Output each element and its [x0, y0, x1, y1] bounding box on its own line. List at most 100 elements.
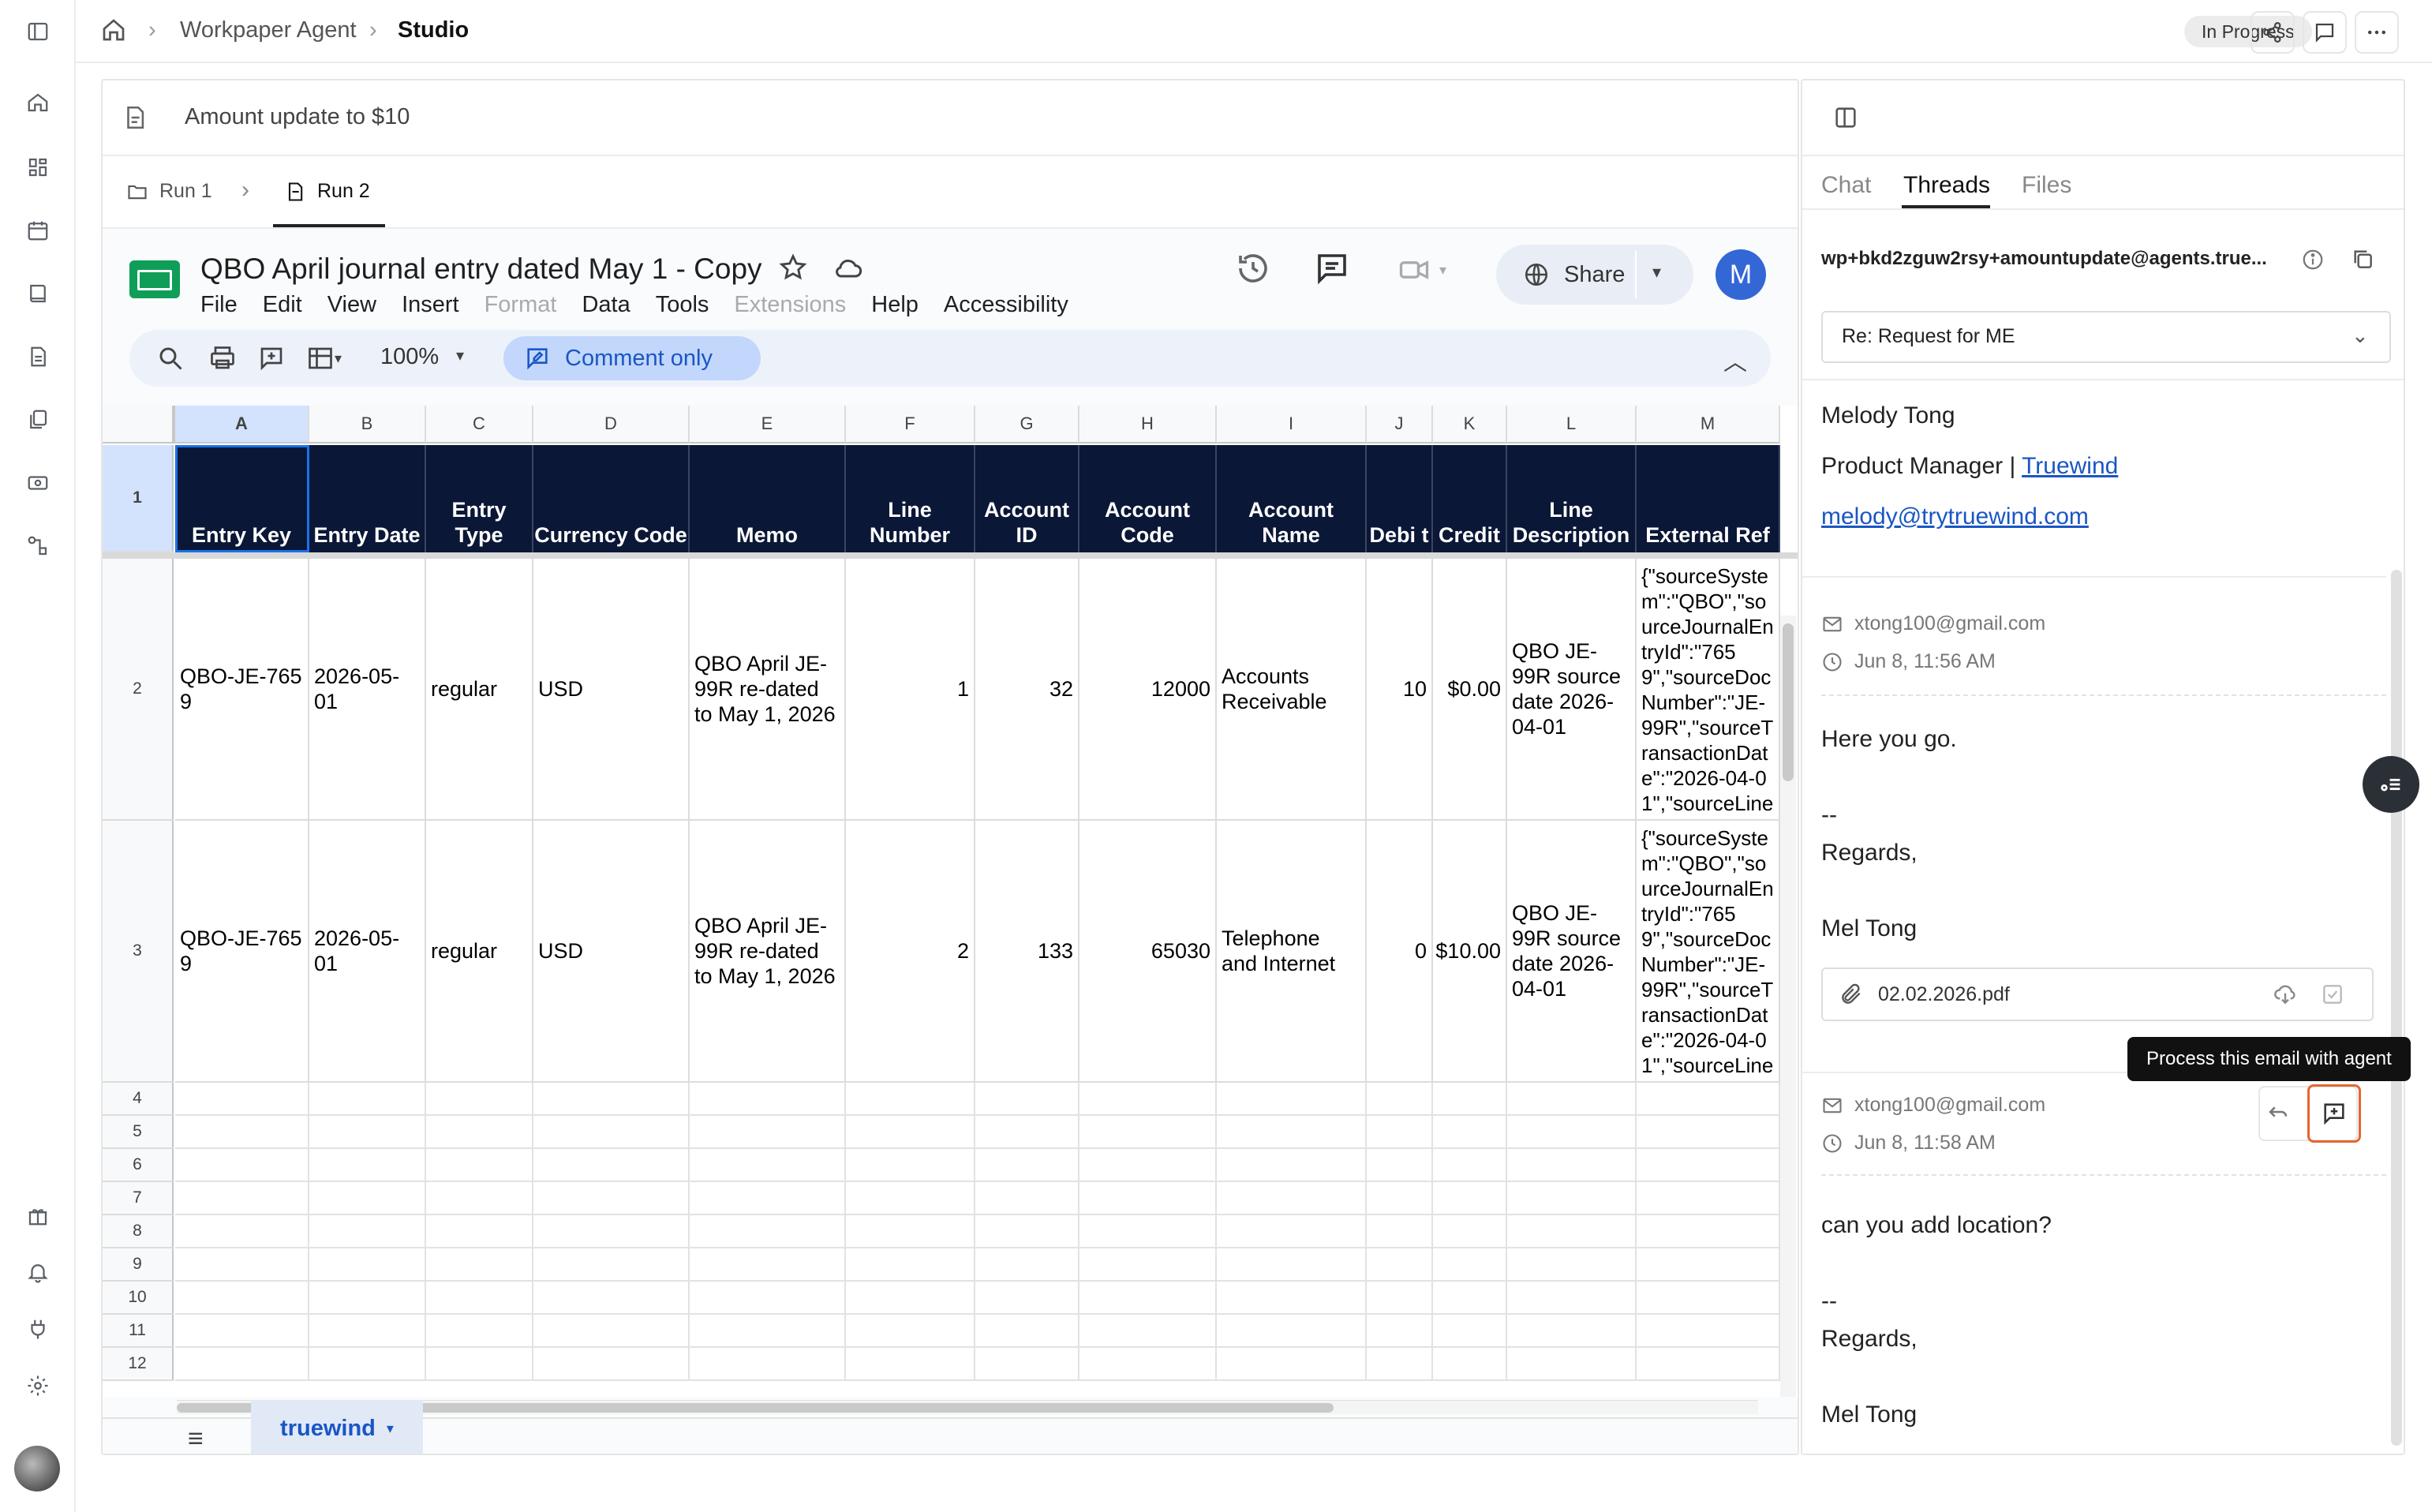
column-header-G[interactable]: G: [975, 406, 1079, 443]
menu-accessibility[interactable]: Accessibility: [944, 292, 1068, 318]
breadcrumb-parent[interactable]: Workpaper Agent: [180, 17, 357, 43]
add-comment-icon[interactable]: [257, 344, 286, 372]
sheet-share-button[interactable]: Share ▾: [1496, 245, 1693, 305]
empty-cell[interactable]: [426, 1282, 533, 1315]
calendar-icon[interactable]: [19, 211, 57, 249]
table-cell[interactable]: QBO April JE-99R re-dated to May 1, 2026: [690, 559, 846, 821]
empty-cell[interactable]: [175, 1116, 309, 1149]
table-cell[interactable]: 2: [846, 821, 975, 1083]
empty-cell[interactable]: [1637, 1282, 1780, 1315]
empty-cell[interactable]: [1507, 1282, 1637, 1315]
menu-tools[interactable]: Tools: [656, 292, 709, 318]
empty-cell[interactable]: [175, 1282, 309, 1315]
empty-cell[interactable]: [690, 1116, 846, 1149]
reply-icon[interactable]: [2265, 1098, 2292, 1125]
empty-cell[interactable]: [309, 1083, 426, 1116]
empty-cell[interactable]: [975, 1149, 1079, 1182]
empty-cell[interactable]: [533, 1083, 690, 1116]
menu-edit[interactable]: Edit: [263, 292, 302, 318]
table-cell[interactable]: 32: [975, 559, 1079, 821]
workflow-icon[interactable]: [19, 527, 57, 565]
empty-cell[interactable]: [1217, 1348, 1367, 1381]
comments-icon[interactable]: [1313, 249, 1351, 287]
star-icon[interactable]: [778, 253, 808, 283]
empty-cell[interactable]: [846, 1182, 975, 1215]
menu-insert[interactable]: Insert: [402, 292, 459, 318]
empty-cell[interactable]: [533, 1116, 690, 1149]
menu-view[interactable]: View: [327, 292, 376, 318]
empty-cell[interactable]: [1217, 1182, 1367, 1215]
settings-gear-icon[interactable]: [19, 1367, 57, 1405]
table-cell[interactable]: 10: [1367, 559, 1433, 821]
table-cell[interactable]: USD: [533, 821, 690, 1083]
empty-cell[interactable]: [309, 1248, 426, 1282]
empty-cell[interactable]: [309, 1282, 426, 1315]
share-dropdown-icon[interactable]: ▾: [1652, 262, 1661, 283]
thread-scrollbar[interactable]: [2391, 570, 2402, 1446]
empty-cell[interactable]: [426, 1215, 533, 1248]
empty-cell[interactable]: [1637, 1182, 1780, 1215]
empty-cell[interactable]: [1637, 1315, 1780, 1348]
sidebar-toggle-icon[interactable]: [19, 13, 57, 51]
empty-cell[interactable]: [1433, 1248, 1507, 1282]
empty-cell[interactable]: [175, 1149, 309, 1182]
run-tab-2[interactable]: Run 2: [284, 180, 370, 203]
empty-cell[interactable]: [690, 1315, 846, 1348]
signature-company-link[interactable]: Truewind: [2022, 453, 2118, 479]
table-cell[interactable]: QBO-JE-765 9: [175, 821, 309, 1083]
comments-button[interactable]: [2303, 11, 2347, 54]
row-header[interactable]: 5: [103, 1116, 174, 1149]
empty-cell[interactable]: [309, 1315, 426, 1348]
table-cell[interactable]: Telephone and Internet: [1217, 821, 1367, 1083]
column-header-F[interactable]: F: [846, 406, 975, 443]
empty-cell[interactable]: [1433, 1182, 1507, 1215]
signature-email-link[interactable]: melody@trytruewind.com: [1821, 503, 2089, 530]
empty-cell[interactable]: [1507, 1083, 1637, 1116]
empty-cell[interactable]: [1217, 1282, 1367, 1315]
home-icon[interactable]: [19, 84, 57, 122]
row-header[interactable]: 7: [103, 1182, 174, 1215]
empty-cell[interactable]: [1433, 1149, 1507, 1182]
empty-cell[interactable]: [309, 1116, 426, 1149]
copy-icon[interactable]: [2350, 246, 2375, 271]
empty-cell[interactable]: [1367, 1348, 1433, 1381]
empty-cell[interactable]: [1637, 1248, 1780, 1282]
checkbox-icon[interactable]: [2320, 982, 2345, 1007]
row-header[interactable]: 2: [103, 559, 174, 821]
empty-cell[interactable]: [690, 1282, 846, 1315]
empty-cell[interactable]: [309, 1182, 426, 1215]
empty-cell[interactable]: [426, 1315, 533, 1348]
version-history-icon[interactable]: [1234, 249, 1272, 287]
book-icon[interactable]: [19, 275, 57, 313]
empty-cell[interactable]: [533, 1315, 690, 1348]
empty-cell[interactable]: [175, 1348, 309, 1381]
row-header[interactable]: 8: [103, 1215, 174, 1248]
empty-cell[interactable]: [846, 1116, 975, 1149]
empty-cell[interactable]: [690, 1083, 846, 1116]
table-cell[interactable]: 12000: [1079, 559, 1217, 821]
table-cell[interactable]: 65030: [1079, 821, 1217, 1083]
empty-cell[interactable]: [1367, 1182, 1433, 1215]
empty-cell[interactable]: [1079, 1315, 1217, 1348]
empty-cell[interactable]: [1507, 1149, 1637, 1182]
account-avatar[interactable]: M: [1715, 249, 1766, 300]
table-cell[interactable]: regular: [426, 559, 533, 821]
empty-cell[interactable]: [690, 1248, 846, 1282]
empty-cell[interactable]: [533, 1248, 690, 1282]
empty-cell[interactable]: [846, 1248, 975, 1282]
empty-cell[interactable]: [846, 1083, 975, 1116]
info-icon[interactable]: [2301, 248, 2325, 271]
row-header[interactable]: 3: [103, 821, 174, 1083]
user-avatar[interactable]: [14, 1446, 60, 1491]
table-cell[interactable]: 1: [846, 559, 975, 821]
print-icon[interactable]: [208, 344, 237, 372]
column-header-B[interactable]: B: [309, 406, 426, 443]
empty-cell[interactable]: [1507, 1116, 1637, 1149]
copy-document-icon[interactable]: [19, 401, 57, 439]
empty-cell[interactable]: [846, 1348, 975, 1381]
empty-cell[interactable]: [846, 1215, 975, 1248]
column-header-L[interactable]: L: [1507, 406, 1637, 443]
empty-cell[interactable]: [1433, 1215, 1507, 1248]
thread-select[interactable]: Re: Request for ME ⌄: [1821, 311, 2391, 363]
plug-icon[interactable]: [19, 1310, 57, 1348]
